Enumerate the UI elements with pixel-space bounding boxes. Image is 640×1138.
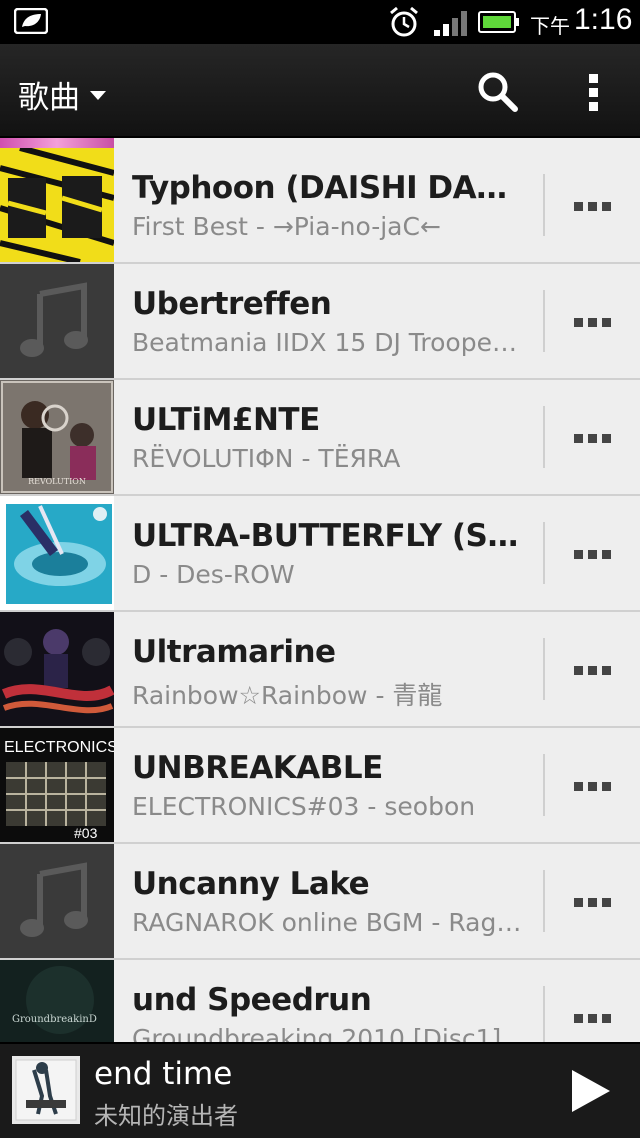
more-options-icon[interactable]: [570, 312, 616, 332]
more-options-icon[interactable]: [570, 196, 616, 216]
song-subtitle: Groundbreaking 2010 [Disc1]: [132, 1024, 502, 1042]
song-row[interactable]: REVOLUTION ULTiM£NTE RËVOLUTIΦN - TËЯRA: [0, 380, 640, 496]
song-title: und Speedrun: [132, 982, 372, 1018]
song-title: Ultramarine: [132, 634, 336, 670]
song-title: Uncanny Lake: [132, 866, 370, 902]
album-art-typhoon: [0, 148, 114, 262]
signal-strength-icon: [434, 11, 467, 36]
album-art-text: #03: [74, 825, 98, 841]
more-options-icon[interactable]: [570, 660, 616, 680]
music-note-placeholder-icon: [0, 264, 114, 378]
song-row[interactable]: Ultramarine Rainbow☆Rainbow - 青龍: [0, 612, 640, 728]
song-subtitle: D - Des-ROW: [132, 560, 295, 589]
song-subtitle: RËVOLUTIΦN - TËЯRA: [132, 444, 401, 473]
more-options-icon[interactable]: [570, 1008, 616, 1028]
status-ampm: 下午: [530, 14, 570, 38]
now-playing-title: end time: [94, 1056, 233, 1092]
play-icon[interactable]: [568, 1068, 614, 1114]
song-subtitle: First Best - →Pia-no-jaC←: [132, 212, 441, 241]
more-options-icon[interactable]: [570, 544, 616, 564]
more-options-icon[interactable]: [570, 776, 616, 796]
row-divider: [543, 406, 545, 468]
row-divider: [543, 986, 545, 1042]
song-row[interactable]: Typhoon (DAISHI DANCE R... First Best - …: [0, 148, 640, 264]
more-options-icon[interactable]: [570, 428, 616, 448]
album-art-rainbow: [0, 612, 114, 726]
overflow-menu-icon[interactable]: [582, 70, 606, 114]
battery-icon: [478, 11, 519, 33]
notification-icon: [14, 8, 48, 34]
song-title: Ubertreffen: [132, 286, 332, 322]
song-title: ULTiM£NTE: [132, 402, 320, 438]
row-divider: [543, 174, 545, 236]
songs-dropdown-title[interactable]: 歌曲: [18, 72, 80, 117]
row-divider: [543, 290, 545, 352]
album-art-d: [0, 496, 114, 610]
song-list[interactable]: Typhoon (DAISHI DANCE R... First Best - …: [0, 138, 640, 1042]
song-row[interactable]: Uncanny Lake RAGNAROK online BGM - Ragn.…: [0, 844, 640, 960]
now-playing-album-art: [12, 1056, 80, 1124]
song-subtitle: RAGNAROK online BGM - Ragn...: [132, 908, 522, 937]
row-divider: [543, 522, 545, 584]
previous-album-art-edge: [0, 138, 114, 148]
song-row[interactable]: ELECTRONICS #03 UNBREAKABLE ELECTRONICS#…: [0, 728, 640, 844]
status-time: 1:16: [574, 3, 633, 36]
album-art-revolution: REVOLUTION: [0, 380, 114, 494]
status-bar: 下午 1:16: [0, 0, 640, 44]
row-divider: [543, 638, 545, 700]
now-playing-bar[interactable]: end time 未知的演出者: [0, 1042, 640, 1138]
search-icon[interactable]: [476, 70, 520, 114]
action-bar: 歌曲: [0, 44, 640, 138]
album-art-text: ELECTRONICS: [4, 739, 114, 756]
row-divider: [543, 870, 545, 932]
album-art-groundbreaking: GroundbreakinD: [0, 960, 114, 1042]
song-title: ULTRA-BUTTERFLY (Super...: [132, 518, 522, 554]
song-title: UNBREAKABLE: [132, 750, 383, 786]
more-options-icon[interactable]: [570, 892, 616, 912]
song-row[interactable]: ULTRA-BUTTERFLY (Super... D - Des-ROW: [0, 496, 640, 612]
song-row[interactable]: Ubertreffen Beatmania IIDX 15 DJ Trooper…: [0, 264, 640, 380]
song-subtitle: Beatmania IIDX 15 DJ Trooper...: [132, 328, 522, 357]
song-subtitle: ELECTRONICS#03 - seobon: [132, 792, 476, 821]
music-note-placeholder-icon: [0, 844, 114, 958]
alarm-clock-icon: [390, 6, 418, 37]
now-playing-artist: 未知的演出者: [94, 1102, 238, 1130]
album-art-electronics: ELECTRONICS #03: [0, 728, 114, 842]
album-art-text: REVOLUTION: [28, 477, 86, 486]
row-divider: [543, 754, 545, 816]
dropdown-arrow-icon[interactable]: [90, 91, 106, 100]
song-row[interactable]: GroundbreakinD und Speedrun Groundbreaki…: [0, 960, 640, 1042]
song-title: Typhoon (DAISHI DANCE R...: [132, 170, 522, 206]
song-subtitle: Rainbow☆Rainbow - 青龍: [132, 681, 443, 710]
album-art-text: GroundbreakinD: [12, 1014, 97, 1025]
